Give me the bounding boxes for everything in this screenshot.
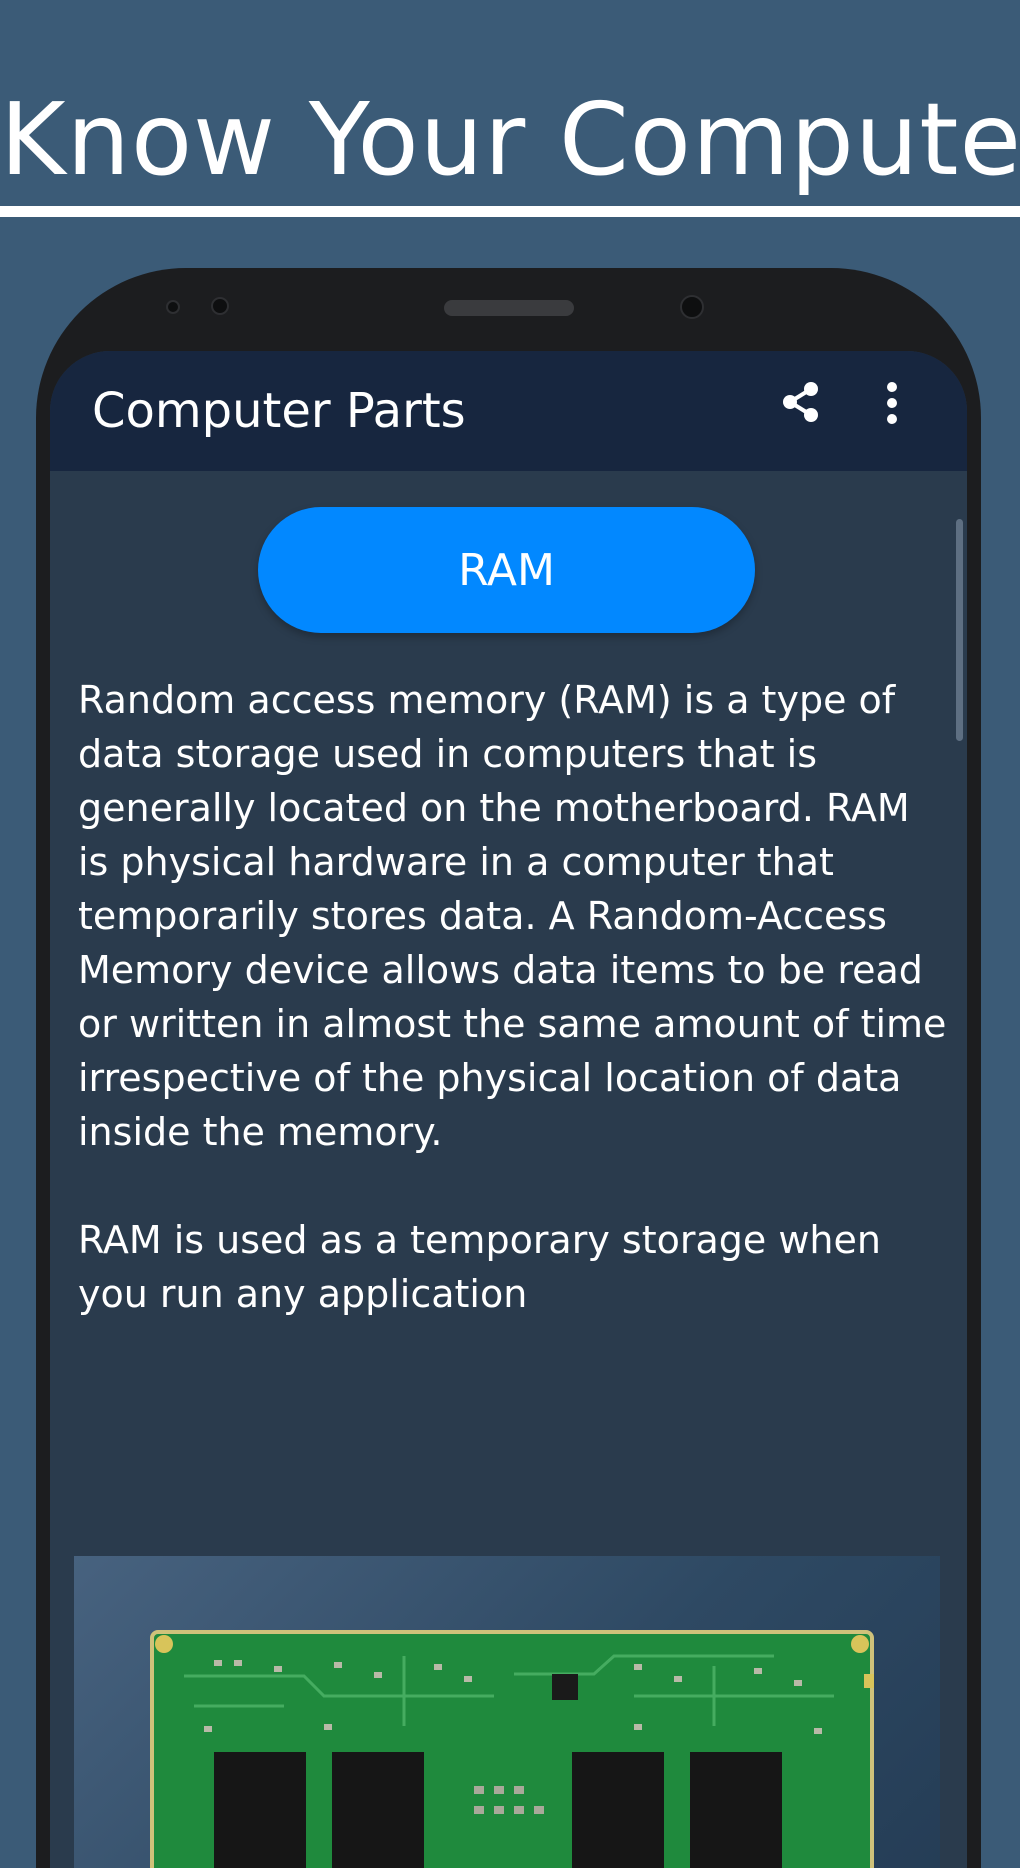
share-icon[interactable] (780, 381, 822, 423)
promo-title: Know Your Computer (0, 81, 1020, 198)
scrollbar[interactable] (956, 519, 963, 741)
part-description: Random access memory (RAM) is a type of … (78, 673, 948, 1375)
app-bar: Computer Parts (50, 351, 967, 471)
app-title: Computer Parts (92, 383, 466, 439)
sensor-dot (166, 300, 180, 314)
more-vert-icon[interactable] (880, 381, 904, 427)
description-paragraph: RAM is used as a temporary storage when … (78, 1218, 881, 1316)
earpiece-speaker (444, 300, 574, 316)
part-name-button[interactable]: RAM (258, 507, 755, 633)
phone-screen: Computer Parts RAM Random access memory … (50, 351, 967, 1868)
description-paragraph: Random access memory (RAM) is a type of … (78, 678, 947, 1154)
content-area[interactable]: RAM Random access memory (RAM) is a type… (50, 471, 967, 1868)
front-camera-right (680, 295, 704, 319)
phone-frame: Computer Parts RAM Random access memory … (36, 268, 981, 1868)
ram-module-image (74, 1556, 940, 1868)
front-camera-left (211, 297, 229, 315)
promo-divider (0, 206, 1020, 217)
